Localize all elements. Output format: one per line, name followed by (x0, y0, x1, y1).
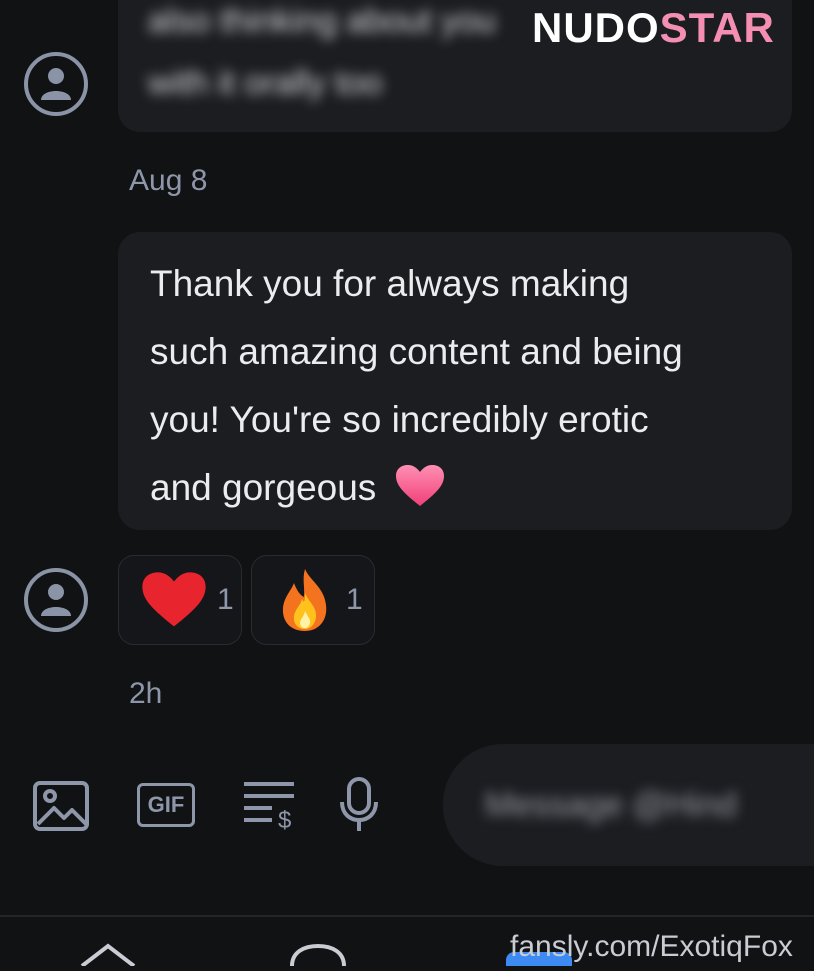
image-icon (33, 781, 89, 831)
user-icon (41, 68, 71, 100)
avatar[interactable] (24, 568, 88, 632)
user-icon (41, 584, 71, 616)
message-input-placeholder: Message @Hind (485, 786, 737, 824)
bottom-divider (0, 915, 814, 917)
nudostar-logo: NUDOSTAR (532, 4, 775, 52)
voice-button[interactable] (338, 776, 380, 839)
message-bubble[interactable]: Thank you for always making such amazing… (118, 232, 792, 530)
logo-part-1: NUDO (532, 4, 660, 51)
heart-icon (142, 572, 206, 627)
reaction-count: 1 (346, 583, 363, 616)
home-nav-button[interactable] (78, 942, 138, 971)
gif-label: GIF (147, 792, 185, 817)
tip-button[interactable]: $ (242, 780, 298, 837)
gif-button[interactable]: GIF (137, 783, 195, 827)
date-label: Aug 8 (129, 164, 208, 197)
message-line-last: and gorgeous (150, 454, 762, 530)
message-line: such amazing content and being (150, 331, 683, 372)
fire-icon (282, 569, 327, 631)
microphone-icon (340, 777, 378, 831)
pink-heart-icon (395, 462, 445, 530)
message-line: Thank you for always making (150, 263, 630, 304)
source-url-watermark: fansly.com/ExotiqFox (510, 930, 793, 963)
message-line: and gorgeous (150, 467, 377, 508)
time-label: 2h (129, 677, 163, 710)
svg-text:$: $ (278, 807, 291, 832)
previous-message-line: with it orally too (148, 64, 383, 102)
avatar[interactable] (24, 52, 88, 116)
message-text: Thank you for always making such amazing… (118, 232, 792, 540)
message-line: you! You're so incredibly erotic (150, 399, 649, 440)
home-icon (80, 943, 136, 968)
search-icon (290, 943, 346, 967)
search-nav-button[interactable] (288, 942, 348, 971)
tip-list-icon: $ (244, 782, 294, 834)
reaction-count: 1 (217, 583, 234, 616)
message-input[interactable]: Message @Hind (443, 744, 814, 866)
reaction-heart[interactable]: 1 (118, 555, 242, 645)
logo-part-2: STAR (659, 4, 775, 51)
attach-image-button[interactable] (32, 780, 90, 837)
reaction-fire[interactable]: 1 (251, 555, 375, 645)
